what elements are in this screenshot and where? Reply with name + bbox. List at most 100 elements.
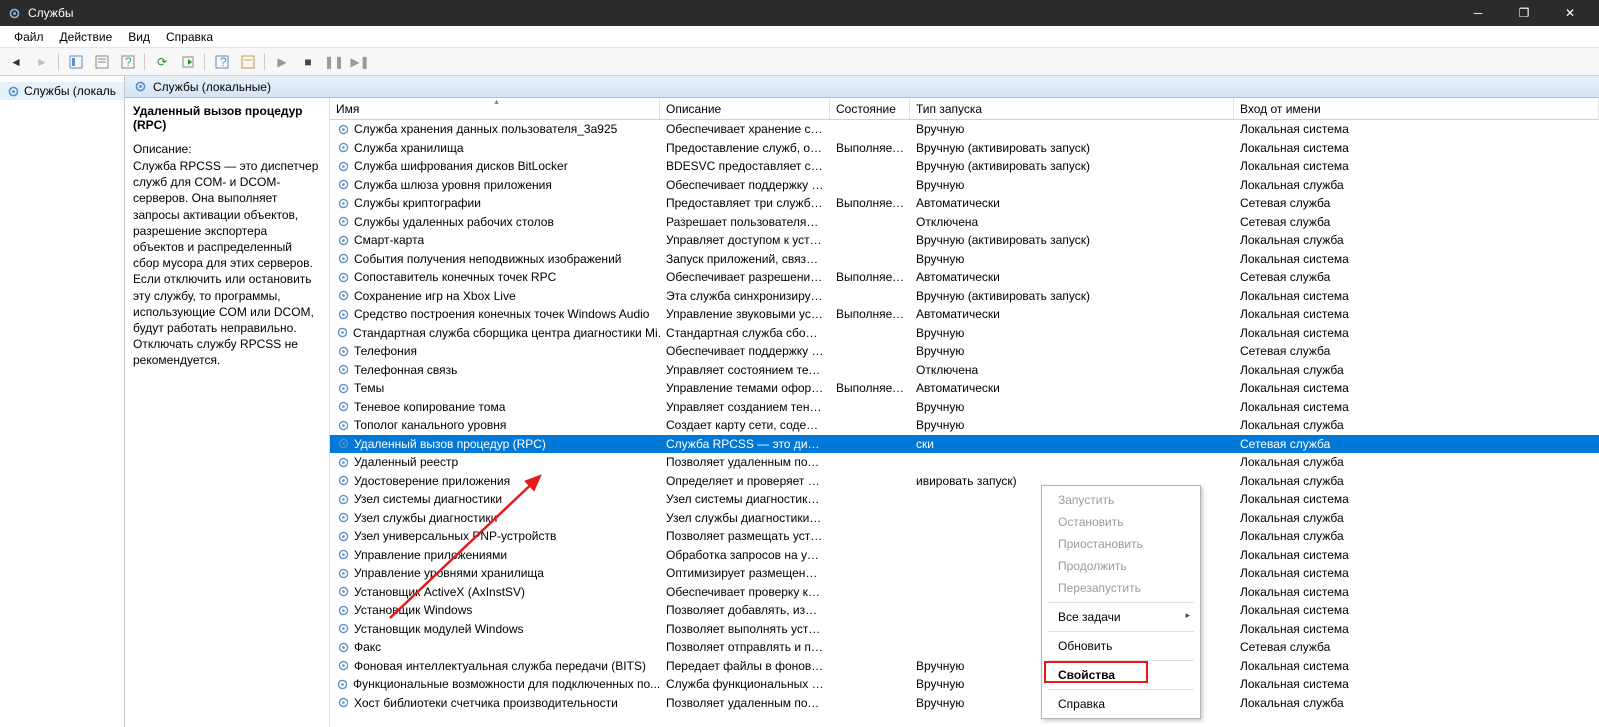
gear-icon [336, 178, 350, 192]
menu-item-refresh[interactable]: Обновить [1044, 635, 1198, 657]
table-row[interactable]: Тополог канального уровняСоздает карту с… [330, 416, 1599, 435]
service-description: Определяет и проверяет уд... [660, 474, 830, 488]
menu-action[interactable]: Действие [52, 28, 121, 46]
refresh-button[interactable]: ⟳ [150, 51, 174, 73]
table-row[interactable]: ФаксПозволяет отправлять и по...Сетевая … [330, 638, 1599, 657]
tree-item-services-local[interactable]: Службы (локаль [0, 82, 124, 100]
menu-file[interactable]: Файл [6, 28, 52, 46]
service-startup: Вручную [910, 344, 1234, 358]
service-startup: Автоматически [910, 196, 1234, 210]
toolbar-icon-1[interactable] [64, 51, 88, 73]
toolbar-icon-2[interactable] [90, 51, 114, 73]
service-startup: Вручную [910, 252, 1234, 266]
menu-view[interactable]: Вид [120, 28, 158, 46]
table-row[interactable]: Служба шифрования дисков BitLockerBDESVC… [330, 157, 1599, 176]
menu-item-help[interactable]: Справка [1044, 693, 1198, 715]
table-row[interactable]: Сопоставитель конечных точек RPCОбеспечи… [330, 268, 1599, 287]
services-list: Имя Описание Состояние Тип запуска Вход … [330, 98, 1599, 727]
table-row[interactable]: Средство построения конечных точек Windo… [330, 305, 1599, 324]
column-header-startup[interactable]: Тип запуска [910, 98, 1234, 119]
column-header-description[interactable]: Описание [660, 98, 830, 119]
service-description: Обеспечивает поддержку сл... [660, 178, 830, 192]
menu-item-properties[interactable]: Свойства [1044, 664, 1198, 686]
table-row[interactable]: Установщик WindowsПозволяет добавлять, и… [330, 601, 1599, 620]
service-logon: Локальная система [1234, 400, 1599, 414]
table-row[interactable]: Теневое копирование томаУправляет создан… [330, 398, 1599, 417]
table-row[interactable]: Функциональные возможности для подключен… [330, 675, 1599, 694]
table-row[interactable]: Установщик модулей WindowsПозволяет выпо… [330, 620, 1599, 639]
service-description: Узел службы диагностики и... [660, 511, 830, 525]
table-row[interactable]: Сохранение игр на Xbox LiveЭта служба си… [330, 287, 1599, 306]
table-row[interactable]: Телефонная связьУправляет состоянием тел… [330, 361, 1599, 380]
restart-toolbar-button[interactable]: ▶❚ [348, 51, 372, 73]
export-button[interactable] [176, 51, 200, 73]
gear-icon [336, 511, 350, 525]
pause-button[interactable]: ❚❚ [322, 51, 346, 73]
column-header-name[interactable]: Имя [330, 98, 660, 119]
table-row[interactable]: Управление приложениямиОбработка запросо… [330, 546, 1599, 565]
help-button[interactable]: ? [210, 51, 234, 73]
table-row[interactable]: Установщик ActiveX (AxInstSV)Обеспечивае… [330, 583, 1599, 602]
table-row[interactable]: Узел универсальных PNP-устройствПозволяе… [330, 527, 1599, 546]
service-startup: Вручную [910, 400, 1234, 414]
table-row[interactable]: Удостоверение приложенияОпределяет и про… [330, 472, 1599, 491]
toolbar-icon-3[interactable]: ? [116, 51, 140, 73]
table-row[interactable]: Службы криптографииПредоставляет три слу… [330, 194, 1599, 213]
table-row[interactable]: Управление уровнями хранилищаОптимизируе… [330, 564, 1599, 583]
maximize-button[interactable]: ❐ [1501, 0, 1547, 26]
forward-button[interactable]: ► [30, 51, 54, 73]
table-row[interactable]: Служба хранилищаПредоставление служб, об… [330, 139, 1599, 158]
close-button[interactable]: ✕ [1547, 0, 1593, 26]
service-description: Служба функциональных в... [660, 677, 830, 691]
table-row[interactable]: События получения неподвижных изображени… [330, 250, 1599, 269]
service-logon: Сетевая служба [1234, 196, 1599, 210]
list-header: Имя Описание Состояние Тип запуска Вход … [330, 98, 1599, 120]
gear-icon [336, 122, 350, 136]
tree-panel: Службы (локаль [0, 76, 125, 727]
service-startup: Вручную (активировать запуск) [910, 159, 1234, 173]
service-startup: ски [910, 437, 1234, 451]
service-description: Управляет созданием тенев... [660, 400, 830, 414]
table-row[interactable]: Удаленный реестрПозволяет удаленным поль… [330, 453, 1599, 472]
column-header-state[interactable]: Состояние [830, 98, 910, 119]
menu-item-all-tasks[interactable]: Все задачи [1044, 606, 1198, 628]
service-logon: Локальная служба [1234, 474, 1599, 488]
menu-item-pause: Приостановить [1044, 533, 1198, 555]
table-row[interactable]: Узел системы диагностикиУзел системы диа… [330, 490, 1599, 509]
play-button[interactable]: ▶ [270, 51, 294, 73]
service-logon: Локальная служба [1234, 455, 1599, 469]
table-row[interactable]: ТелефонияОбеспечивает поддержку Т...Вруч… [330, 342, 1599, 361]
gear-icon [336, 622, 350, 636]
toolbar-icon-extra[interactable] [236, 51, 260, 73]
gear-icon [336, 344, 350, 358]
back-button[interactable]: ◄ [4, 51, 28, 73]
table-row[interactable]: Стандартная служба сборщика центра диагн… [330, 324, 1599, 343]
service-logon: Локальная система [1234, 548, 1599, 562]
stop-button[interactable]: ■ [296, 51, 320, 73]
table-row[interactable]: Смарт-картаУправляет доступом к устр...В… [330, 231, 1599, 250]
toolbar: ◄ ► ? ⟳ ? ▶ ■ ❚❚ ▶❚ [0, 48, 1599, 76]
service-name: События получения неподвижных изображени… [354, 252, 621, 266]
service-name: Хост библиотеки счетчика производительно… [354, 696, 618, 710]
table-row[interactable]: ТемыУправление темами оформ...Выполняетс… [330, 379, 1599, 398]
table-row[interactable]: Служба шлюза уровня приложенияОбеспечива… [330, 176, 1599, 195]
table-row[interactable]: Фоновая интеллектуальная служба передачи… [330, 657, 1599, 676]
minimize-button[interactable]: ─ [1455, 0, 1501, 26]
service-description: Создает карту сети, содерж... [660, 418, 830, 432]
table-row[interactable]: Удаленный вызов процедур (RPC)Служба RPC… [330, 435, 1599, 454]
service-name: Фоновая интеллектуальная служба передачи… [354, 659, 646, 673]
table-row[interactable]: Хост библиотеки счетчика производительно… [330, 694, 1599, 713]
menu-help[interactable]: Справка [158, 28, 221, 46]
table-row[interactable]: Служба хранения данных пользователя_3a92… [330, 120, 1599, 139]
gear-icon [336, 677, 349, 691]
svg-text:?: ? [220, 55, 227, 69]
service-description: Обеспечивает хранение стр... [660, 122, 830, 136]
service-description: Передает файлы в фоново... [660, 659, 830, 673]
service-name: Службы удаленных рабочих столов [354, 215, 554, 229]
table-row[interactable]: Узел службы диагностикиУзел службы диагн… [330, 509, 1599, 528]
service-startup: Отключена [910, 215, 1234, 229]
column-header-logon[interactable]: Вход от имени [1234, 98, 1599, 119]
service-name: Удаленный вызов процедур (RPC) [354, 437, 546, 451]
service-description: Управляет состоянием теле... [660, 363, 830, 377]
table-row[interactable]: Службы удаленных рабочих столовРазрешает… [330, 213, 1599, 232]
